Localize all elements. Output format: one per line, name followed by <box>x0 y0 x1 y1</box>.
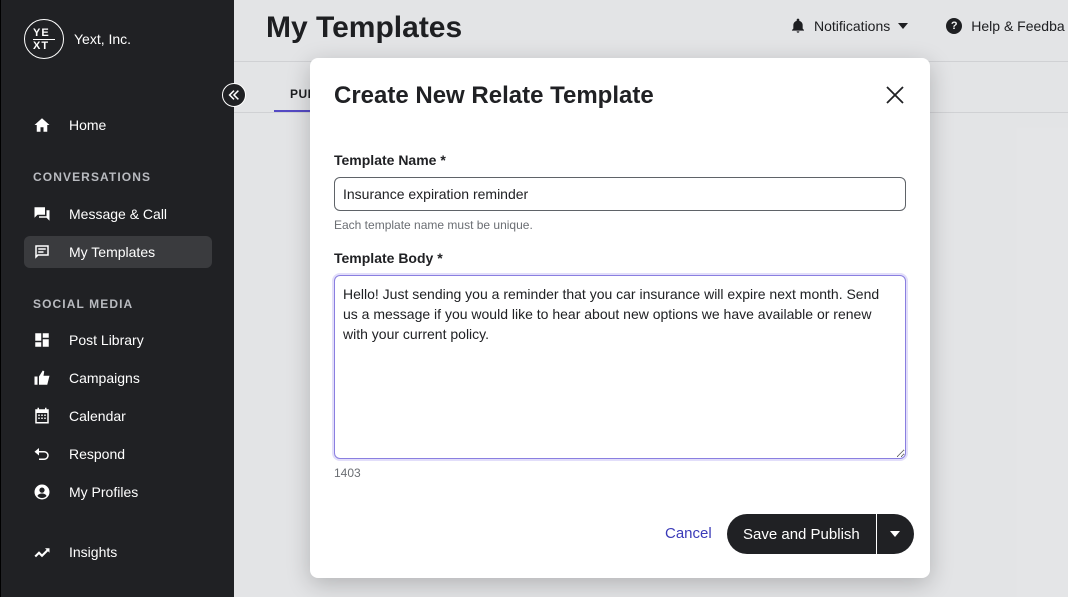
section-conversations: CONVERSATIONS <box>33 170 152 184</box>
template-icon <box>33 243 51 261</box>
cancel-button[interactable]: Cancel <box>665 525 712 542</box>
template-body-label: Template Body * <box>334 250 443 266</box>
sidebar-item-campaigns[interactable]: Campaigns <box>24 362 212 394</box>
sidebar-item-label: Message & Call <box>69 206 168 222</box>
close-button[interactable] <box>884 84 906 106</box>
chevron-down-icon <box>890 531 901 537</box>
modal-title: Create New Relate Template <box>334 82 654 109</box>
collapse-sidebar-button[interactable] <box>222 83 246 107</box>
template-body-textarea[interactable]: Hello! Just sending you a reminder that … <box>334 275 906 459</box>
template-name-hint: Each template name must be unique. <box>334 218 533 232</box>
sidebar-item-calendar[interactable]: Calendar <box>24 400 212 432</box>
sidebar-item-my-profiles[interactable]: My Profiles <box>24 476 212 508</box>
trend-icon <box>33 543 51 561</box>
reply-icon <box>33 445 51 463</box>
sidebar-item-label: Post Library <box>69 332 144 348</box>
sidebar-item-post-library[interactable]: Post Library <box>24 324 212 356</box>
sidebar-item-message-call[interactable]: Message & Call <box>24 198 212 230</box>
sidebar-item-respond[interactable]: Respond <box>24 438 212 470</box>
save-button-group: Save and Publish <box>727 514 914 554</box>
home-icon <box>33 116 51 134</box>
template-name-input[interactable] <box>334 177 906 211</box>
sidebar-item-insights[interactable]: Insights <box>24 536 212 568</box>
save-options-dropdown-button[interactable] <box>875 514 914 554</box>
logo-text-top: YE <box>33 27 50 39</box>
grid-icon <box>33 331 51 349</box>
sidebar-item-my-templates[interactable]: My Templates <box>24 236 212 268</box>
create-template-modal: Create New Relate Template Template Name… <box>310 58 930 578</box>
sidebar-item-label: Home <box>69 117 107 133</box>
logo-text-bottom: XT <box>33 40 50 52</box>
save-and-publish-button[interactable]: Save and Publish <box>727 514 876 554</box>
brand-name: Yext, Inc. <box>74 31 132 47</box>
calendar-icon <box>33 407 51 425</box>
double-chevron-left-icon <box>228 90 239 100</box>
sidebar: YE XT Yext, Inc. Home CONVERSATIONS Mess… <box>0 0 234 597</box>
close-icon <box>886 86 904 104</box>
yext-logo: YE XT <box>24 19 64 59</box>
brand[interactable]: YE XT Yext, Inc. <box>24 19 131 59</box>
sidebar-item-label: My Templates <box>69 244 156 260</box>
section-social-media: SOCIAL MEDIA <box>33 297 134 311</box>
sidebar-item-label: Campaigns <box>69 370 140 386</box>
chat-icon <box>33 205 51 223</box>
template-name-label: Template Name * <box>334 152 446 168</box>
character-counter: 1403 <box>334 466 361 480</box>
profile-icon <box>33 483 51 501</box>
sidebar-item-home[interactable]: Home <box>24 109 212 141</box>
sidebar-item-label: Respond <box>69 446 126 462</box>
sidebar-item-label: Calendar <box>69 408 126 424</box>
thumbs-up-icon <box>33 369 51 387</box>
sidebar-item-label: My Profiles <box>69 484 139 500</box>
sidebar-item-label: Insights <box>69 544 118 560</box>
